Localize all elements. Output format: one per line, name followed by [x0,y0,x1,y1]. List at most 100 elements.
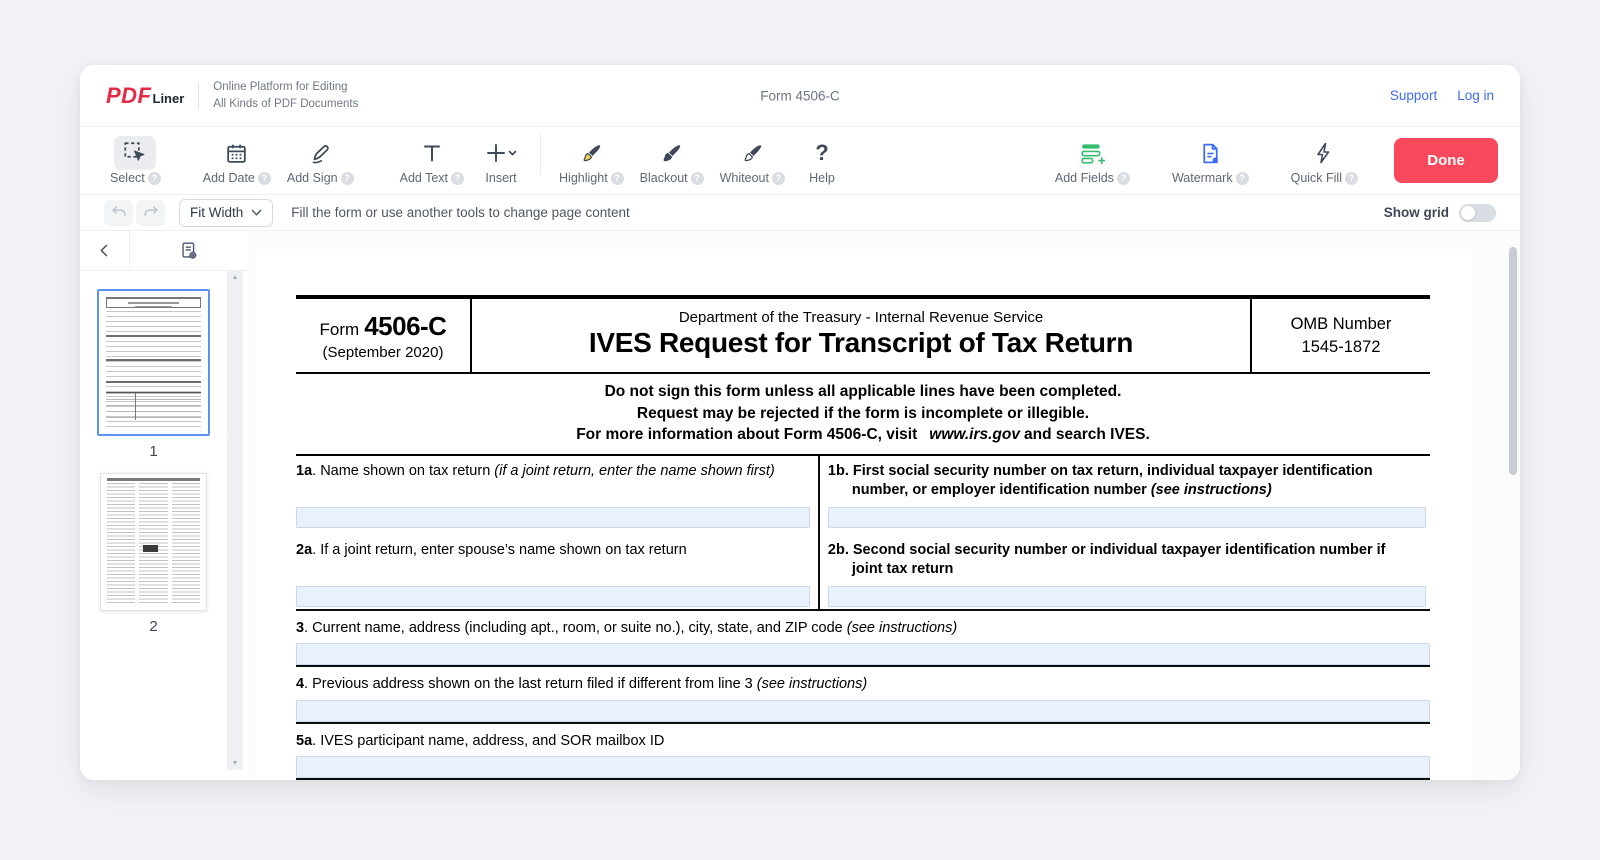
vertical-scrollbar[interactable] [1509,243,1517,772]
whiteout-tool-button[interactable]: Whiteout? [720,136,785,185]
line-1b-cell: 1b. First social security number on tax … [820,456,1430,535]
thumbnail-content [106,297,201,308]
sub-toolbar: Fit Width Fill the form or use another t… [80,195,1520,231]
label-text: . Current name, address (including apt.,… [304,620,847,636]
line-4-label: 4. Previous address shown on the last re… [296,667,1430,695]
thumbnail-line [106,359,201,361]
field-3-input[interactable] [296,643,1430,665]
toolbar-divider [540,133,541,175]
label-text: . If a joint return, enter spouse’s name… [312,542,687,558]
help-badge-icon[interactable]: ? [1117,172,1130,185]
highlight-tool-button[interactable]: Highlight? [559,136,624,185]
pages-sidebar: 1 2 ▲ ▼ [80,231,248,780]
help-badge-icon[interactable]: ? [1345,172,1358,185]
add-fields-icon [1079,140,1105,166]
add-date-tool-button[interactable]: Add Date? [203,136,271,185]
field-1a-input[interactable] [296,507,810,528]
notice-3-text: and search IVES. [1024,426,1150,443]
line-1a-label: 1a. Name shown on tax return (if a joint… [296,456,818,482]
field-2b-input[interactable] [828,586,1426,607]
insert-tool-button[interactable]: Insert [480,136,522,185]
plus-chevron-icon [484,141,518,165]
field-1b-input[interactable] [828,507,1426,528]
done-button[interactable]: Done [1394,138,1498,183]
login-link[interactable]: Log in [1457,88,1494,103]
line-1a-cell: 1a. Name shown on tax return (if a joint… [296,456,820,535]
thumbnail-column [139,483,167,604]
page-1-thumbnail[interactable] [97,289,210,436]
notice-line-3: For more information about Form 4506-C, … [296,424,1430,446]
field-4-input[interactable] [296,700,1430,722]
help-tool-button[interactable]: ? Help [801,136,843,185]
support-link[interactable]: Support [1390,88,1437,103]
form-word: Form [320,320,360,340]
lightning-bolt-icon [1312,141,1336,165]
thumbnail-column [107,483,135,604]
quick-fill-tool-button[interactable]: Quick Fill? [1291,136,1358,185]
help-badge-icon[interactable]: ? [691,172,704,185]
show-grid-toggle[interactable] [1459,204,1496,222]
help-badge-icon[interactable]: ? [772,172,785,185]
undo-button[interactable] [104,200,133,226]
help-badge-icon[interactable]: ? [148,172,161,185]
redo-icon [141,203,161,223]
select-tool-button[interactable]: Select? [110,136,161,185]
zoom-mode-value: Fit Width [190,205,243,220]
chevron-down-icon [251,209,262,217]
thumbnails-panel: 1 2 ▲ ▼ [80,271,248,780]
add-fields-tool-button[interactable]: Add Fields? [1055,136,1130,185]
highlight-tool-label: Highlight [559,171,608,185]
line-number: 1a [296,463,312,479]
blackout-tool-button[interactable]: Blackout? [640,136,704,185]
label-italic-text: (see instructions) [1151,482,1272,498]
line-number: 2b. [828,542,849,558]
calendar-icon [224,141,249,166]
label-text: . Name shown on tax return [312,463,494,479]
redo-button[interactable] [136,200,165,226]
add-sign-tool-button[interactable]: Add Sign? [287,136,354,185]
watermark-tool-button[interactable]: Watermark? [1172,136,1249,185]
form-number: 4506-C [364,311,446,342]
zoom-mode-dropdown[interactable]: Fit Width [179,199,273,227]
help-badge-icon[interactable]: ? [258,172,271,185]
logo-divider [198,82,199,110]
page-2-number: 2 [149,618,157,635]
help-badge-icon[interactable]: ? [451,172,464,185]
quick-fill-tool-label: Quick Fill [1291,171,1342,185]
scrollbar-thumb[interactable] [1509,247,1517,475]
editor-content: 1 2 ▲ ▼ [80,231,1520,780]
header-links: Support Log in [1390,88,1494,103]
page-settings-button[interactable] [130,231,248,270]
help-badge-icon[interactable]: ? [1236,172,1249,185]
question-mark-icon: ? [815,140,828,166]
line-2b-label: 2b. Second social security number or ind… [820,535,1430,580]
scroll-up-icon[interactable]: ▲ [232,274,239,281]
page-2-thumbnail[interactable] [100,473,207,611]
editor-hint-text: Fill the form or use another tools to ch… [291,205,629,220]
blackout-tool-label: Blackout [640,171,688,185]
thumbnail-content [106,311,201,428]
help-tool-label: Help [809,171,835,185]
editor-window: PDF Liner Online Platform for Editing Al… [80,65,1520,780]
add-date-tool-label: Add Date [203,171,255,185]
tagline-line2: All Kinds of PDF Documents [213,96,358,112]
pdfliner-logo[interactable]: PDF Liner Online Platform for Editing Al… [106,79,358,111]
thumbnail-content [143,545,158,552]
sidebar-scrollbar[interactable]: ▲ ▼ [227,271,243,770]
field-2a-input[interactable] [296,586,810,607]
scroll-down-icon[interactable]: ▼ [232,760,239,767]
line-3-row: 3. Current name, address (including apt.… [296,611,1430,668]
notice-line-1: Do not sign this form unless all applica… [296,381,1430,403]
text-icon [420,141,444,165]
help-badge-icon[interactable]: ? [611,172,624,185]
label-text: First social security number on tax retu… [849,463,1373,499]
collapse-sidebar-button[interactable] [80,231,130,270]
field-5a-input[interactable] [296,756,1430,778]
show-grid-label: Show grid [1384,205,1449,220]
thumbnail-list: 1 2 [80,289,227,644]
page-1-number: 1 [149,443,157,460]
add-text-tool-button[interactable]: Add Text? [400,136,464,185]
help-badge-icon[interactable]: ? [341,172,354,185]
omb-cell: OMB Number 1545-1872 [1250,299,1430,372]
chevron-left-icon [95,241,114,260]
